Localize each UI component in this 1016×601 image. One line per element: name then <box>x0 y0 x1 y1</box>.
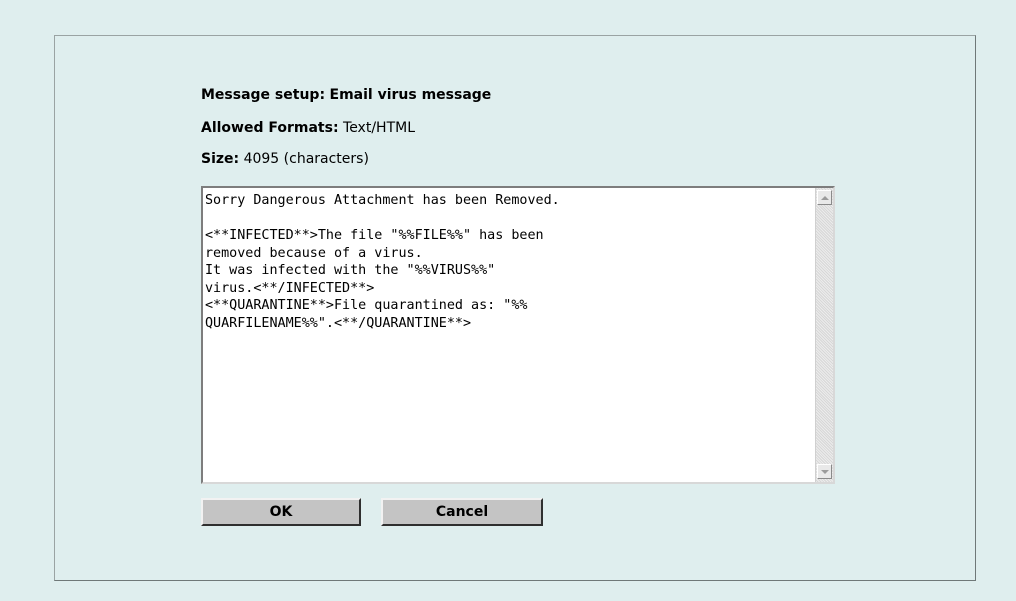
cancel-button[interactable]: Cancel <box>381 498 543 526</box>
vertical-scrollbar[interactable] <box>815 188 833 482</box>
allowed-formats-line: Allowed Formats: Text/HTML <box>201 120 415 136</box>
size-value: 4095 (characters) <box>243 151 369 167</box>
scroll-up-button[interactable] <box>817 190 832 205</box>
message-body-textarea[interactable]: Sorry Dangerous Attachment has been Remo… <box>201 186 835 484</box>
scroll-down-arrow-icon <box>820 469 829 474</box>
allowed-formats-value: Text/HTML <box>343 120 416 136</box>
size-line: Size: 4095 (characters) <box>201 151 369 167</box>
message-body-text[interactable]: Sorry Dangerous Attachment has been Remo… <box>205 192 809 478</box>
ok-button[interactable]: OK <box>201 498 361 526</box>
message-setup-value: Email virus message <box>329 87 492 103</box>
size-label: Size: <box>201 151 240 167</box>
message-setup-line: Message setup: Email virus message <box>201 87 491 103</box>
message-setup-label: Message setup: <box>201 87 326 103</box>
scroll-down-button[interactable] <box>817 464 832 479</box>
message-setup-panel: Message setup: Email virus message Allow… <box>54 35 976 581</box>
scroll-up-arrow-icon <box>820 195 829 200</box>
page: Message setup: Email virus message Allow… <box>0 0 1016 601</box>
allowed-formats-label: Allowed Formats: <box>201 120 339 136</box>
